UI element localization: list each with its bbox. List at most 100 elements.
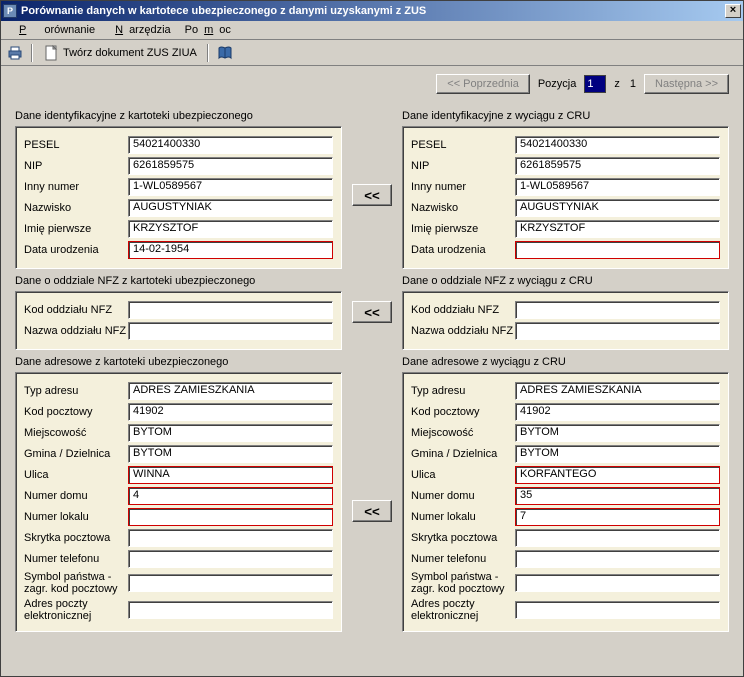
nfz-section: Dane o oddziale NFZ z kartoteki ubezpiec… [15,269,729,350]
menu-pomoc[interactable]: Pomoc [179,22,237,38]
lbl-nazwisko: Nazwisko [411,202,515,214]
field-data-ur-left[interactable]: 14-02-1954 [128,241,333,259]
window: P Porównanie danych w kartotece ubezpiec… [0,0,744,677]
lbl-typ-adresu: Typ adresu [411,385,515,397]
prev-button[interactable]: << Poprzednia [436,74,530,94]
lbl-miejscowosc: Miejscowość [411,427,515,439]
titlebar: P Porównanie danych w kartotece ubezpiec… [1,1,743,21]
field-kod-poczt-right[interactable]: 41902 [515,403,720,421]
field-imie-left[interactable]: KRZYSZTOF [128,220,333,238]
create-doc-button[interactable]: Twórz dokument ZUS ZIUA [39,43,201,63]
lbl-miejscowosc: Miejscowość [24,427,128,439]
lbl-gmina: Gmina / Dzielnica [411,448,515,460]
lbl-imie: Imię pierwsze [411,223,515,235]
document-icon [43,45,59,61]
field-skrytka-right[interactable] [515,529,720,547]
field-nr-domu-right[interactable]: 35 [515,487,720,505]
field-data-ur-right[interactable] [515,241,720,259]
copy-addr-button[interactable]: << [352,500,392,522]
copy-nfz-button[interactable]: << [352,301,392,323]
field-miejscowosc-right[interactable]: BYTOM [515,424,720,442]
field-gmina-right[interactable]: BYTOM [515,445,720,463]
lbl-kod-nfz: Kod oddziału NFZ [411,304,515,316]
lbl-symbol-panstwa: Symbol państwa - zagr. kod pocztowy [24,571,128,595]
lbl-email: Adres poczty elektronicznej [24,598,128,622]
lbl-symbol-panstwa: Symbol państwa - zagr. kod pocztowy [411,571,515,595]
menu-narzedzia[interactable]: Narzędzia [103,22,177,38]
field-pesel-right[interactable]: 54021400330 [515,136,720,154]
copy-ident-button[interactable]: << [352,184,392,206]
help-button[interactable] [215,43,235,63]
close-button[interactable]: × [725,4,741,18]
lbl-ulica: Ulica [411,469,515,481]
lbl-ulica: Ulica [24,469,128,481]
field-nip-left[interactable]: 6261859575 [128,157,333,175]
printer-icon [7,45,23,61]
field-kod-nfz-left[interactable] [128,301,333,319]
toolbar: Twórz dokument ZUS ZIUA [1,40,743,66]
window-title: Porównanie danych w kartotece ubezpieczo… [21,5,725,17]
field-inny-numer-right[interactable]: 1-WL0589567 [515,178,720,196]
field-kod-poczt-left[interactable]: 41902 [128,403,333,421]
field-nazwa-nfz-right[interactable] [515,322,720,340]
field-nazwisko-left[interactable]: AUGUSTYNIAK [128,199,333,217]
content: << Poprzednia Pozycja z 1 Następna >> Da… [1,66,743,676]
lbl-nazwisko: Nazwisko [24,202,128,214]
toolbar-separator [31,44,33,62]
pozycja-input[interactable] [584,75,606,93]
field-nr-lokalu-right[interactable]: 7 [515,508,720,526]
field-symbol-panstwa-left[interactable] [128,574,333,592]
z-label: z [614,78,620,90]
ident-section: Dane identyfikacyjne z kartoteki ubezpie… [15,104,729,269]
field-telefon-right[interactable] [515,550,720,568]
menubar: Porównanie Narzędzia Pomoc [1,21,743,40]
lbl-telefon: Numer telefonu [24,553,128,565]
field-nazwisko-right[interactable]: AUGUSTYNIAK [515,199,720,217]
ident-left-panel: PESEL54021400330 NIP6261859575 Inny nume… [15,126,342,269]
field-email-right[interactable] [515,601,720,619]
addr-right-title: Dane adresowe z wyciągu z CRU [402,356,729,368]
lbl-nr-domu: Numer domu [24,490,128,502]
field-nr-lokalu-left[interactable] [128,508,333,526]
nfz-left-title: Dane o oddziale NFZ z kartoteki ubezpiec… [15,275,342,287]
field-inny-numer-left[interactable]: 1-WL0589567 [128,178,333,196]
ident-right-title: Dane identyfikacyjne z wyciągu z CRU [402,110,729,122]
print-button[interactable] [5,43,25,63]
lbl-data-ur: Data urodzenia [24,244,128,256]
field-ulica-right[interactable]: KORFANTEGO [515,466,720,484]
create-doc-label: Twórz dokument ZUS ZIUA [63,47,197,59]
field-nr-domu-left[interactable]: 4 [128,487,333,505]
field-email-left[interactable] [128,601,333,619]
lbl-pesel: PESEL [411,139,515,151]
next-button[interactable]: Następna >> [644,74,729,94]
field-pesel-left[interactable]: 54021400330 [128,136,333,154]
field-miejscowosc-left[interactable]: BYTOM [128,424,333,442]
nfz-left-panel: Kod oddziału NFZ Nazwa oddziału NFZ [15,291,342,350]
field-gmina-left[interactable]: BYTOM [128,445,333,463]
field-symbol-panstwa-right[interactable] [515,574,720,592]
field-imie-right[interactable]: KRZYSZTOF [515,220,720,238]
nfz-right-panel: Kod oddziału NFZ Nazwa oddziału NFZ [402,291,729,350]
lbl-telefon: Numer telefonu [411,553,515,565]
pozycja-label: Pozycja [538,78,577,90]
lbl-nip: NIP [411,160,515,172]
field-kod-nfz-right[interactable] [515,301,720,319]
lbl-nr-lokalu: Numer lokalu [411,511,515,523]
book-icon [217,45,233,61]
field-typ-adresu-right[interactable]: ADRES ZAMIESZKANIA [515,382,720,400]
field-telefon-left[interactable] [128,550,333,568]
lbl-skrytka: Skrytka pocztowa [411,532,515,544]
lbl-kod-poczt: Kod pocztowy [411,406,515,418]
field-nip-right[interactable]: 6261859575 [515,157,720,175]
lbl-gmina: Gmina / Dzielnica [24,448,128,460]
lbl-pesel: PESEL [24,139,128,151]
lbl-typ-adresu: Typ adresu [24,385,128,397]
field-typ-adresu-left[interactable]: ADRES ZAMIESZKANIA [128,382,333,400]
field-ulica-left[interactable]: WINNA [128,466,333,484]
field-skrytka-left[interactable] [128,529,333,547]
ident-right-panel: PESEL54021400330 NIP6261859575 Inny nume… [402,126,729,269]
field-nazwa-nfz-left[interactable] [128,322,333,340]
app-icon: P [3,4,17,18]
lbl-imie: Imię pierwsze [24,223,128,235]
menu-porownanie[interactable]: Porównanie [7,22,101,38]
